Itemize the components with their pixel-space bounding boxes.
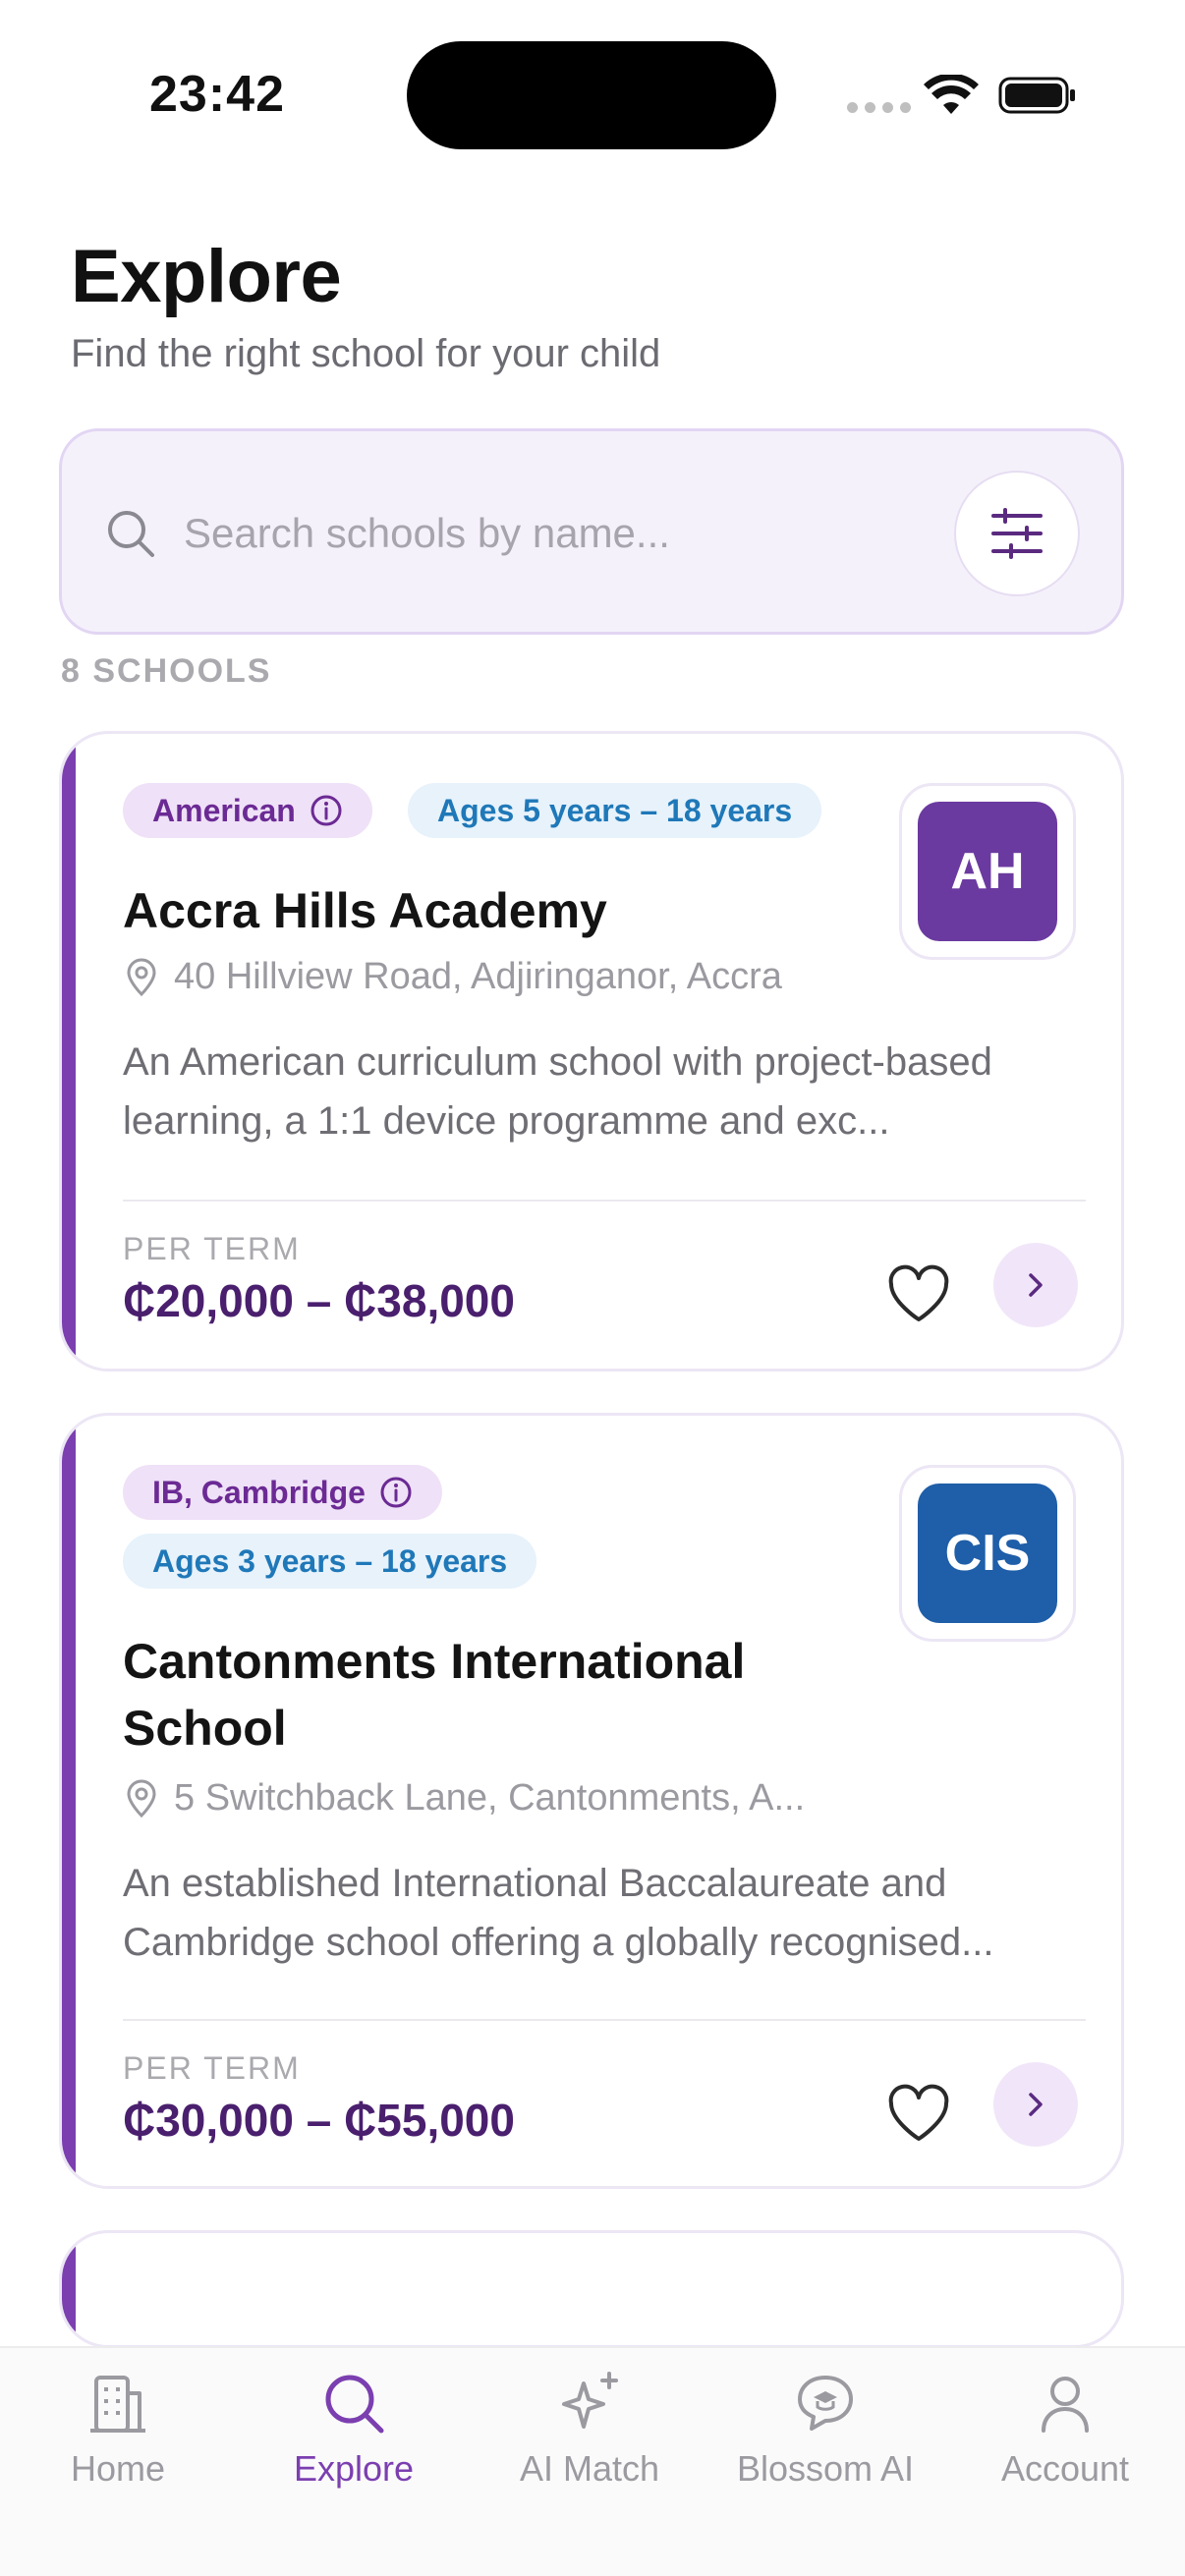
fee-range: ₵30,000 – ₵55,000 [123, 2095, 515, 2146]
tab-home[interactable]: Home [20, 2368, 216, 2490]
search-icon [325, 2375, 384, 2434]
school-card[interactable] [59, 2230, 1124, 2348]
battery-icon [998, 77, 1075, 114]
dynamic-island [407, 41, 776, 149]
tab-label: Blossom AI [736, 2448, 915, 2489]
ages-tag: Ages 5 years – 18 years [408, 783, 822, 838]
tab-explore[interactable]: Explore [255, 2368, 452, 2490]
tab-blossom-ai[interactable]: Blossom AI [727, 2368, 924, 2490]
tab-label: Explore [293, 2448, 415, 2489]
school-name: Accra Hills Academy [123, 883, 607, 938]
page-subtitle: Find the right school for your child [71, 332, 661, 375]
location-pin-icon [127, 1779, 156, 1818]
school-address: 5 Switchback Lane, Cantonments, A... [123, 1777, 805, 1820]
curriculum-label: IB, Cambridge [152, 1474, 366, 1510]
fee-period: PER TERM [123, 2050, 301, 2086]
curriculum-label: American [152, 792, 296, 828]
cellular-signal-icon [847, 102, 911, 113]
ages-tag: Ages 3 years – 18 years [123, 1534, 537, 1589]
fee-period: PER TERM [123, 1231, 301, 1266]
person-icon [1042, 2377, 1089, 2433]
filter-button[interactable] [954, 471, 1080, 596]
open-school-button[interactable] [993, 2062, 1078, 2147]
chevron-right-icon [1029, 1273, 1043, 1297]
school-description: An established International Baccalaurea… [123, 1862, 994, 1964]
favorite-heart-icon[interactable] [885, 1264, 952, 1325]
address-text: 5 Switchback Lane, Cantonments, A... [174, 1777, 806, 1819]
school-logo: AH [899, 783, 1076, 960]
favorite-heart-icon[interactable] [885, 2084, 952, 2145]
tab-label: Account [1000, 2448, 1130, 2489]
info-icon [310, 795, 342, 826]
address-text: 40 Hillview Road, Adjiringanor, Accra [174, 956, 782, 997]
location-pin-icon [127, 958, 156, 996]
school-logo-initials: AH [918, 802, 1057, 941]
open-school-button[interactable] [993, 1243, 1078, 1327]
chevron-right-icon [1029, 2093, 1043, 2116]
divider [123, 1200, 1086, 1202]
curriculum-tag[interactable]: American [123, 783, 372, 838]
sliders-icon [991, 508, 1043, 559]
search-icon [108, 511, 154, 557]
school-description: An American curriculum school with proje… [123, 1040, 992, 1143]
chat-bubble-icon [798, 2376, 853, 2431]
ages-label: Ages 3 years – 18 years [152, 1542, 508, 1579]
tab-label: AI Match [519, 2448, 660, 2489]
tab-account[interactable]: Account [967, 2368, 1163, 2490]
fee-range: ₵20,000 – ₵38,000 [123, 1275, 515, 1326]
school-logo-initials: CIS [918, 1484, 1057, 1623]
ages-label: Ages 5 years – 18 years [437, 792, 793, 828]
school-address: 40 Hillview Road, Adjiringanor, Accra [123, 956, 782, 998]
wifi-icon [924, 75, 979, 114]
status-bar: 23:42 [0, 0, 1185, 187]
divider [123, 2019, 1086, 2021]
tab-bar: Home Explore AI Match Blossom AI Account [0, 2346, 1185, 2576]
sparkles-icon [562, 2372, 618, 2429]
building-icon [90, 2376, 145, 2433]
page-title: Explore [71, 235, 342, 318]
school-card[interactable]: American Ages 5 years – 18 years AH Accr… [59, 731, 1124, 1372]
results-count: 8 SCHOOLS [61, 652, 272, 690]
school-card[interactable]: IB, Cambridge Ages 3 years – 18 years CI… [59, 1413, 1124, 2189]
search-bar [59, 428, 1124, 635]
search-input[interactable] [184, 506, 872, 561]
tab-ai-match[interactable]: AI Match [491, 2368, 688, 2490]
tab-label: Home [70, 2448, 166, 2489]
curriculum-tag[interactable]: IB, Cambridge [123, 1465, 442, 1520]
school-name: Cantonments International School [123, 1634, 746, 1756]
status-time: 23:42 [149, 66, 285, 123]
school-logo: CIS [899, 1465, 1076, 1642]
info-icon [380, 1477, 412, 1508]
